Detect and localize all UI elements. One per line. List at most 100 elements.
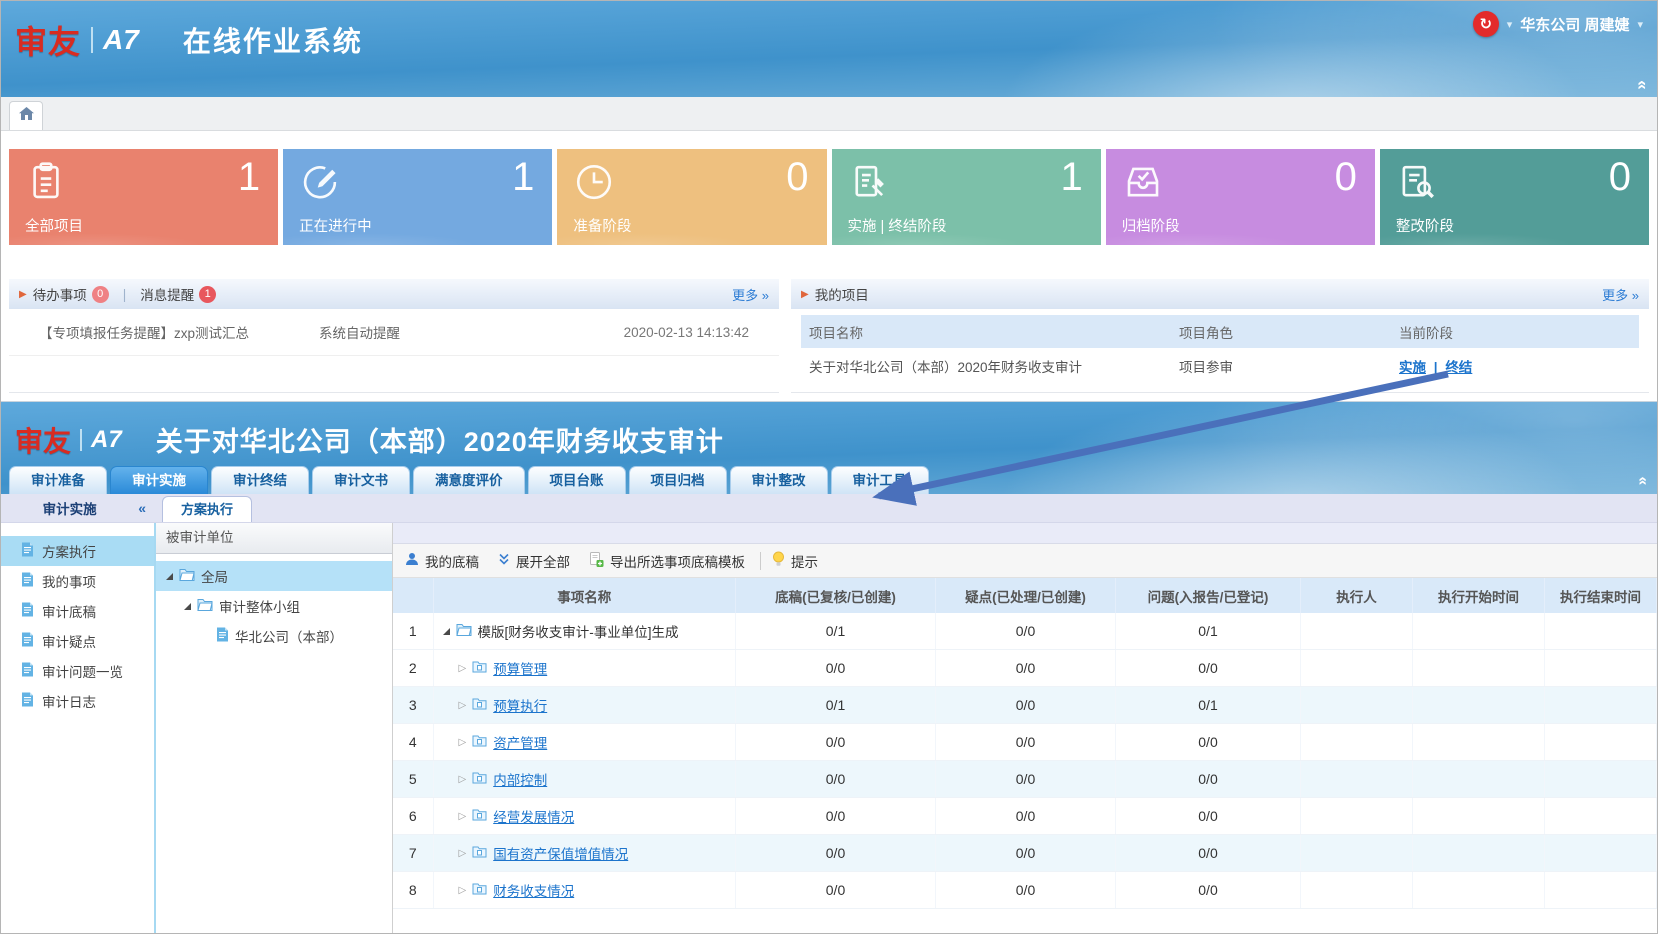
caret-down-icon[interactable]: ▾: [1637, 18, 1643, 31]
tip-button[interactable]: 提示: [772, 551, 818, 571]
end-time: [1545, 724, 1657, 761]
table-row[interactable]: 8 ▷ 财务收支情况 0/0 0/0 0/0: [393, 872, 1657, 909]
item-name-link[interactable]: 国有资产保值增值情况: [493, 843, 628, 863]
expander-closed-icon[interactable]: ▷: [459, 848, 467, 859]
col-start-time[interactable]: 执行开始时间: [1413, 578, 1545, 613]
draft-count: 0/1: [736, 613, 936, 650]
my-drafts-button[interactable]: 我的底稿: [405, 551, 479, 571]
stage-separator: |: [1434, 360, 1438, 375]
user-menu[interactable]: 华东公司 周建婕: [1520, 14, 1629, 35]
expander-closed-icon[interactable]: ▷: [459, 885, 467, 896]
col-row-number: [393, 578, 433, 613]
expander-open-icon[interactable]: [184, 603, 191, 610]
sub-strip: 审计实施 « 方案执行: [1, 494, 1657, 523]
message-list-item[interactable]: 【专项填报任务提醒】zxp测试汇总 系统自动提醒 2020-02-13 14:1…: [9, 309, 779, 356]
expander-closed-icon[interactable]: ▷: [459, 700, 467, 711]
col-executor[interactable]: 执行人: [1301, 578, 1413, 613]
tab-todo-items[interactable]: 待办事项: [33, 284, 87, 304]
col-issues[interactable]: 问题(入报告/已登记): [1116, 578, 1301, 613]
table-row[interactable]: 1 模版[财务收支审计-事业单位]生成 0/1 0/0 0/1: [393, 613, 1657, 650]
message-title[interactable]: 【专项填报任务提醒】zxp测试汇总: [39, 322, 319, 342]
tab-audit-prepare[interactable]: 审计准备: [9, 466, 107, 494]
tab-audit-rectify[interactable]: 审计整改: [730, 466, 828, 494]
executor: [1301, 724, 1413, 761]
sidebar-collapse-icon[interactable]: «: [138, 500, 146, 516]
sidebar-item-audit-doubts[interactable]: 审计疑点: [1, 626, 154, 656]
start-time: [1413, 798, 1545, 835]
expander-open-icon[interactable]: [443, 628, 450, 635]
stage-implement-link[interactable]: 实施: [1399, 360, 1426, 375]
executor: [1301, 650, 1413, 687]
card-value: 0: [1335, 155, 1357, 200]
expander-closed-icon[interactable]: ▷: [459, 811, 467, 822]
card-prepare-stage[interactable]: 0 准备阶段: [557, 149, 826, 245]
tab-audit-documents[interactable]: 审计文书: [312, 466, 410, 494]
item-name-link[interactable]: 经营发展情况: [493, 806, 574, 826]
item-name-link[interactable]: 财务收支情况: [493, 880, 574, 900]
card-all-projects[interactable]: 1 全部项目: [9, 149, 278, 245]
card-implement-conclude-stage[interactable]: 1 实施 | 终结阶段: [832, 149, 1101, 245]
home-tab[interactable]: [9, 101, 43, 130]
card-in-progress[interactable]: 1 正在进行中: [283, 149, 552, 245]
item-name-link[interactable]: 内部控制: [493, 769, 547, 789]
expander-closed-icon[interactable]: ▷: [459, 737, 467, 748]
sidebar-item-audit-log[interactable]: 审计日志: [1, 686, 154, 716]
item-name-link[interactable]: 预算执行: [493, 695, 547, 715]
collapse-header-icon[interactable]: «: [1632, 80, 1652, 89]
document-icon: [21, 692, 34, 710]
collapse-tabbar-icon[interactable]: «: [1634, 477, 1652, 486]
col-drafts[interactable]: 底稿(已复核/已创建): [736, 578, 936, 613]
tab-audit-tools[interactable]: 审计工具: [831, 466, 929, 494]
folder-plus-icon: [472, 734, 487, 750]
expander-closed-icon[interactable]: ▷: [459, 774, 467, 785]
sidebar-item-plan-execution[interactable]: 方案执行: [1, 536, 154, 566]
sidebar-item-audit-drafts[interactable]: 审计底稿: [1, 596, 154, 626]
todo-more-link[interactable]: 更多 »: [732, 285, 769, 304]
tree-node-global[interactable]: 全局: [156, 561, 392, 591]
card-rectify-stage[interactable]: 0 整改阶段: [1380, 149, 1649, 245]
table-row[interactable]: 2 ▷ 预算管理 0/0 0/0 0/0: [393, 650, 1657, 687]
sidebar-header: 审计实施 «: [1, 494, 156, 522]
table-row[interactable]: 4 ▷ 资产管理 0/0 0/0 0/0: [393, 724, 1657, 761]
stage-conclude-link[interactable]: 终结: [1445, 360, 1472, 375]
tab-project-ledger[interactable]: 项目台账: [528, 466, 626, 494]
project-name[interactable]: 关于对华北公司（本部）2020年财务收支审计: [801, 356, 1179, 376]
tab-project-archive[interactable]: 项目归档: [629, 466, 727, 494]
brand: 审友 A7 在线作业系统: [1, 1, 1657, 63]
table-row[interactable]: 6 ▷ 经营发展情况 0/0 0/0 0/0: [393, 798, 1657, 835]
col-item-name[interactable]: 事项名称: [433, 578, 736, 613]
tab-audit-conclude[interactable]: 审计终结: [211, 466, 309, 494]
document-icon: [21, 572, 34, 590]
col-doubts[interactable]: 疑点(已处理/已创建): [936, 578, 1116, 613]
start-time: [1413, 761, 1545, 798]
project-role: 项目参审: [1179, 356, 1399, 376]
expand-all-button[interactable]: 展开全部: [498, 551, 570, 571]
sidebar-item-audit-issues-list[interactable]: 审计问题一览: [1, 656, 154, 686]
sidebar-item-my-items[interactable]: 我的事项: [1, 566, 154, 596]
table-row[interactable]: 7 ▷ 国有资产保值增值情况 0/0 0/0 0/0: [393, 835, 1657, 872]
subtab-plan-execution[interactable]: 方案执行: [162, 496, 252, 522]
executor: [1301, 761, 1413, 798]
card-archive-stage[interactable]: 0 归档阶段: [1106, 149, 1375, 245]
caret-down-icon[interactable]: ▾: [1507, 18, 1513, 31]
tree-node-huabei-company[interactable]: 华北公司（本部）: [156, 621, 392, 651]
export-template-button[interactable]: 导出所选事项底稿模板: [589, 551, 745, 571]
table-row[interactable]: 5 ▷ 内部控制 0/0 0/0 0/0: [393, 761, 1657, 798]
doubt-count: 0/0: [936, 835, 1116, 872]
projects-panel-header: ▶ 我的项目 更多 »: [791, 279, 1649, 309]
refresh-icon[interactable]: ↻: [1473, 11, 1499, 37]
tab-message-reminder[interactable]: 消息提醒: [140, 284, 194, 304]
expand-all-label: 展开全部: [516, 551, 570, 571]
col-end-time[interactable]: 执行结束时间: [1545, 578, 1657, 613]
item-name-link[interactable]: 资产管理: [493, 732, 547, 752]
expander-closed-icon[interactable]: ▷: [459, 663, 467, 674]
tab-audit-implement[interactable]: 审计实施: [110, 466, 208, 494]
tab-satisfaction-eval[interactable]: 满意度评价: [413, 466, 525, 494]
item-name-link[interactable]: 预算管理: [493, 658, 547, 678]
table-row[interactable]: 3 ▷ 预算执行 0/1 0/0 0/1: [393, 687, 1657, 724]
projects-more-link[interactable]: 更多 »: [1602, 285, 1639, 304]
folder-plus-icon: [472, 845, 487, 861]
expander-open-icon[interactable]: [166, 573, 173, 580]
tree-node-audit-team[interactable]: 审计整体小组: [156, 591, 392, 621]
project-row[interactable]: 关于对华北公司（本部）2020年财务收支审计 项目参审 实施 | 终结: [801, 348, 1639, 384]
